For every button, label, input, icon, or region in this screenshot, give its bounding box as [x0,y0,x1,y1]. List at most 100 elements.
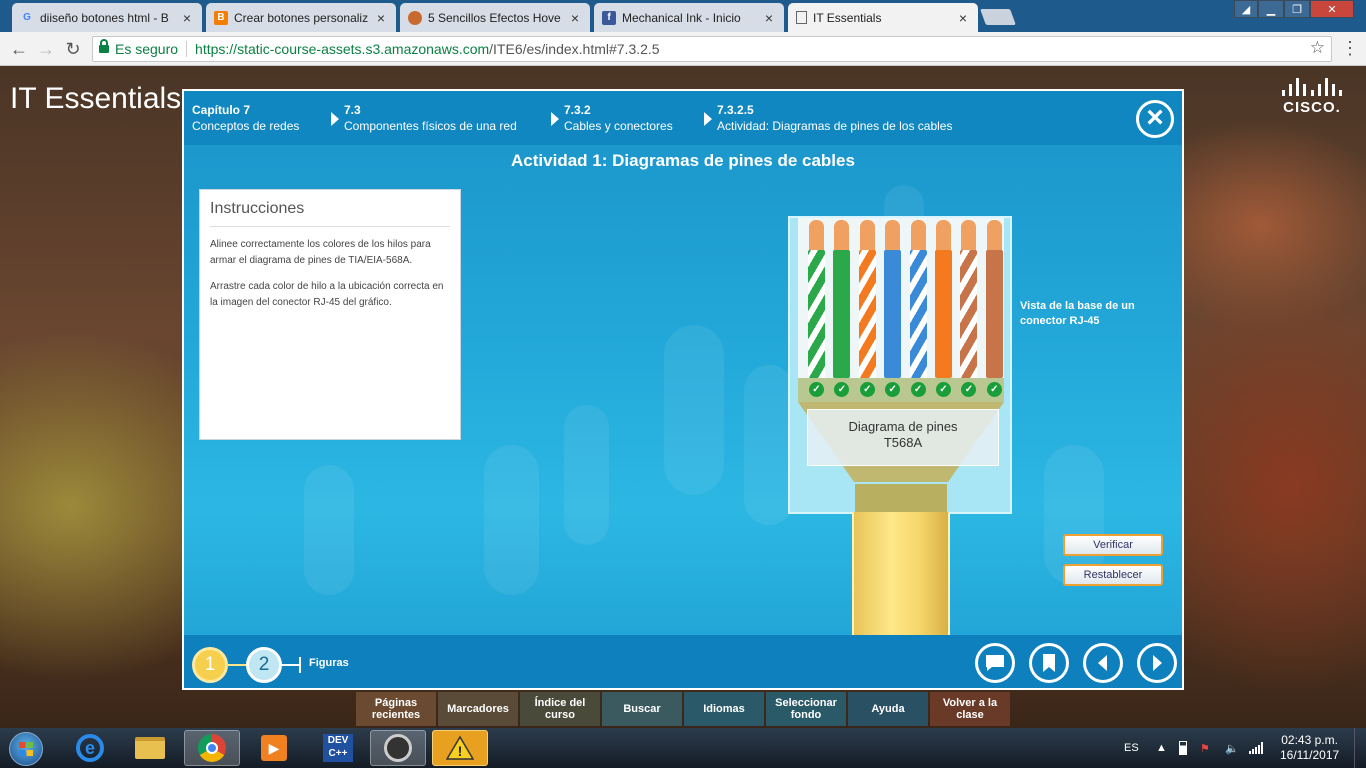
file-explorer-icon[interactable] [122,730,178,766]
previous-page-icon[interactable] [1083,643,1123,683]
network-cable [852,512,950,637]
volume-icon[interactable]: 🔈 [1225,728,1239,768]
course-menu-item[interactable]: Seleccionar fondo [766,692,846,726]
wire-body [808,250,825,378]
verify-button[interactable]: Verificar [1063,534,1163,556]
cisco-bars-icon [1282,78,1342,96]
forward-arrow-icon[interactable]: → [35,38,57,60]
close-tab-icon[interactable]: × [956,10,970,26]
google-icon: G [23,12,31,23]
course-menu-item[interactable]: Marcadores [438,692,518,726]
chrome-icon[interactable] [184,730,240,766]
site-icon [408,10,422,25]
breadcrumb-label: Conceptos de redes [192,119,300,133]
step-1-button[interactable]: 1 [192,647,228,683]
connector-view-label: Vista de la base de un conector RJ-45 [1020,300,1135,327]
breadcrumb-item[interactable]: 7.3.2.5 Actividad: Diagramas de pines de… [704,102,952,134]
course-menu-item[interactable]: Páginas recientes [356,692,436,726]
brand-title: IT Essentials [10,82,182,115]
battery-icon[interactable] [1179,728,1187,768]
close-module-button[interactable]: × [1136,100,1174,138]
course-menu-bar: Páginas recientes Marcadores Índice del cu… [356,692,1012,726]
system-clock[interactable]: 02:43 p.m. 16/11/2017 [1280,733,1339,763]
address-bar[interactable]: Es seguro https://static-course-assets.s… [92,36,1332,62]
browser-toolbar: ← → ↻ Es seguro https://static-course-as… [0,32,1366,66]
close-tab-icon[interactable]: × [180,10,194,26]
instructions-text: Alinee correctamente los colores de los … [210,239,431,266]
check-icon: ✓ [961,382,977,397]
wire-3[interactable] [858,218,876,378]
wire-body [884,250,902,378]
wire-4[interactable] [884,218,902,378]
close-window-icon[interactable]: ✕ [1310,0,1354,18]
course-menu-item[interactable]: Volver a la clase [930,692,1010,726]
bookmark-star-icon[interactable]: ☆ [1310,38,1325,58]
breadcrumb-item[interactable]: 7.3.2 Cables y conectores [551,102,673,134]
browser-menu-icon[interactable]: ⋮ [1341,38,1359,59]
browser-tab[interactable]: f Mechanical Ink - Inicio × [594,3,784,32]
start-button[interactable] [9,732,43,766]
browser-tab[interactable]: G diiseño botones html - B × [12,3,202,32]
figures-label: Figuras [309,657,349,669]
breadcrumb-number: 7.3 [344,103,361,117]
wire-6[interactable] [935,218,952,378]
warning-icon[interactable]: ! [432,730,488,766]
breadcrumb-item[interactable]: 7.3 Componentes físicos de una red [331,102,517,134]
chevron-right-icon [551,112,559,126]
activity-title: Actividad 1: Diagramas de pines de cable… [511,151,855,170]
course-menu-item[interactable]: Índice del curso [520,692,600,726]
media-player-icon[interactable]: ▶ [246,730,302,766]
show-desktop-button[interactable] [1354,728,1366,768]
internet-explorer-icon[interactable]: e [62,730,118,766]
breadcrumb-item[interactable]: Capítulo 7 Conceptos de redes [192,102,299,134]
course-menu-item[interactable]: Idiomas [684,692,764,726]
wire-7[interactable] [960,218,978,378]
breadcrumb-number: 7.3.2 [564,103,591,117]
new-tab-button[interactable] [980,9,1016,25]
browser-tab[interactable]: B Crear botones personaliz × [206,3,396,32]
action-center-icon[interactable]: ⚑ [1200,728,1210,768]
course-menu-item[interactable]: Ayuda [848,692,928,726]
network-signal-icon[interactable] [1249,728,1263,768]
browser-tab-active[interactable]: IT Essentials × [788,3,978,32]
bookmark-icon[interactable] [1029,643,1069,683]
reset-button[interactable]: Restablecer [1063,564,1163,586]
next-page-icon[interactable] [1137,643,1177,683]
minimize-icon[interactable]: ▁ [1258,0,1284,18]
check-icon: ✓ [809,382,824,397]
browser-tab[interactable]: 5 Sencillos Efectos Hove × [400,3,590,32]
back-arrow-icon[interactable]: ← [8,38,30,60]
close-tab-icon[interactable]: × [762,10,776,26]
obs-icon[interactable] [370,730,426,766]
course-menu-item[interactable]: Buscar [602,692,682,726]
lock-icon [99,39,109,53]
clock-time: 02:43 p.m. [1281,733,1338,747]
url-path: /ITE6/es/index.html#7.3.2.5 [489,41,660,57]
comment-icon[interactable] [975,643,1015,683]
step-2-button[interactable]: 2 [246,647,282,683]
facebook-icon: f [602,10,616,25]
wire-body [858,250,876,378]
reload-icon[interactable]: ↻ [62,38,84,60]
page-content: IT Essentials CISCO. Capítulo 7 Concepto… [0,66,1366,728]
wire-5[interactable] [909,218,927,378]
dev-cpp-icon[interactable]: DEV C++ [310,730,366,766]
language-indicator[interactable]: ES [1124,728,1139,768]
divider [186,41,188,57]
wire-8[interactable] [985,218,1003,378]
rj45-connector: ✓ ✓ ✓ ✓ ✓ ✓ ✓ ✓ Diagrama de pines T568A [788,216,1012,516]
wire-body [985,250,1003,378]
wire-2[interactable] [833,218,851,378]
show-hidden-icons-icon[interactable]: ▲ [1156,728,1167,768]
step-connector [282,664,300,666]
user-icon[interactable]: ◢ [1234,0,1258,18]
wire-tip [986,220,1002,252]
breadcrumb: Capítulo 7 Conceptos de redes 7.3 Compon… [184,91,1182,145]
maximize-icon[interactable]: ❐ [1284,0,1310,18]
wire-1[interactable] [808,218,825,378]
wire-tip [859,220,875,252]
check-icon: ✓ [859,382,875,397]
close-tab-icon[interactable]: × [568,10,582,26]
instructions-panel: Instrucciones Alinee correctamente los c… [199,189,461,440]
close-tab-icon[interactable]: × [374,10,388,26]
